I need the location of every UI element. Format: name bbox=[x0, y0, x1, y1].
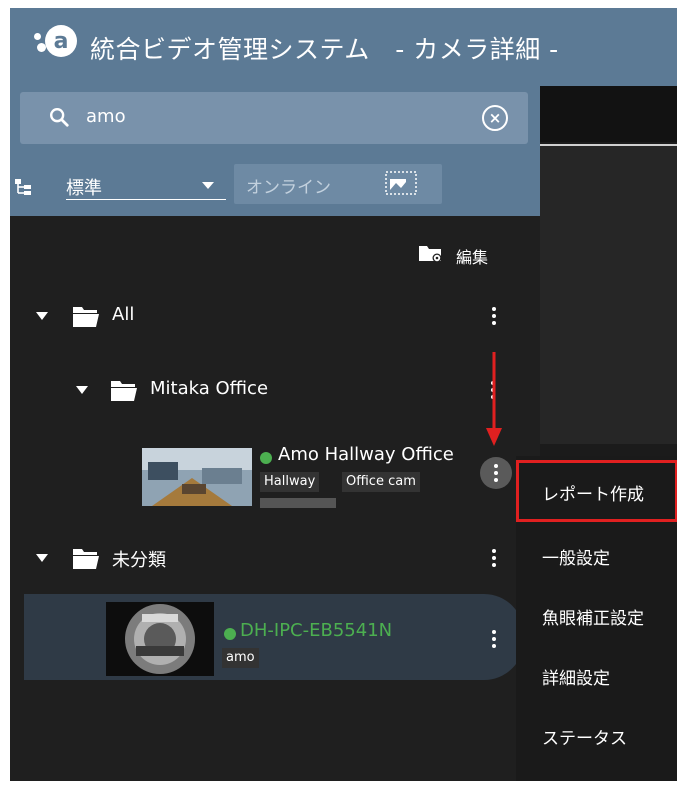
tree-node-label: All bbox=[112, 304, 135, 325]
app-logo: a bbox=[34, 25, 78, 69]
tree-node-mitaka-office[interactable]: Mitaka Office bbox=[76, 376, 526, 406]
folder-open-icon bbox=[73, 307, 99, 327]
clear-icon[interactable]: × bbox=[482, 105, 508, 131]
app-header: a 統合ビデオ管理システム - カメラ詳細 - bbox=[10, 8, 677, 86]
more-vert-icon[interactable] bbox=[491, 307, 497, 327]
highlight-box bbox=[516, 460, 677, 522]
annotation-arrow-icon bbox=[486, 352, 502, 446]
online-filter[interactable]: オンライン bbox=[234, 164, 442, 204]
more-vert-icon[interactable] bbox=[491, 549, 497, 569]
camera-tag: amo bbox=[222, 648, 259, 668]
menu-item-fisheye-settings[interactable]: 魚眼補正設定 bbox=[516, 594, 677, 644]
expand-arrow-icon[interactable] bbox=[36, 554, 48, 562]
tree-node-uncategorized[interactable]: 未分類 bbox=[36, 544, 526, 574]
logo-dot bbox=[34, 33, 41, 40]
tree-node-all[interactable]: All bbox=[36, 302, 526, 332]
redacted-text bbox=[260, 498, 336, 508]
camera-name: DH-IPC-EB5541N bbox=[240, 620, 393, 641]
view-select-value: 標準 bbox=[66, 178, 102, 199]
page-title: 統合ビデオ管理システム - カメラ詳細 - bbox=[90, 35, 559, 64]
expand-arrow-icon[interactable] bbox=[76, 386, 88, 394]
search-field[interactable]: amo × bbox=[20, 92, 528, 144]
online-status-dot bbox=[260, 452, 272, 464]
video-preview bbox=[540, 144, 677, 444]
detail-toolbar bbox=[540, 86, 677, 142]
menu-item-general-settings[interactable]: 一般設定 bbox=[516, 534, 677, 584]
camera-tag: Hallway bbox=[260, 472, 320, 492]
view-select[interactable]: 標準 bbox=[66, 172, 226, 200]
folder-settings-icon bbox=[419, 246, 442, 263]
camera-tag: Office cam bbox=[342, 472, 420, 492]
menu-item-advanced-settings[interactable]: 詳細設定 bbox=[516, 654, 677, 704]
edit-button[interactable]: 編集 bbox=[418, 238, 518, 268]
search-input[interactable]: amo bbox=[86, 106, 126, 127]
more-vert-icon[interactable] bbox=[493, 464, 499, 484]
camera-name: Amo Hallway Office bbox=[278, 444, 454, 465]
search-icon bbox=[50, 108, 69, 127]
app-window: a 統合ビデオ管理システム - カメラ詳細 - amo × 標準 オンライン 編… bbox=[10, 8, 677, 781]
online-status-dot bbox=[224, 628, 236, 640]
logo-letter: a bbox=[45, 25, 77, 57]
camera-item-content: DH-IPC-EB5541N amo bbox=[106, 602, 426, 676]
tree-node-label: 未分類 bbox=[112, 550, 166, 571]
thumbnail-toggle-icon[interactable] bbox=[384, 170, 418, 196]
menu-item-status[interactable]: ステータス bbox=[516, 714, 677, 764]
camera-tree: 編集 All Mitaka Office Amo Hallway Office … bbox=[10, 216, 540, 781]
camera-thumbnail bbox=[142, 448, 252, 506]
folder-open-icon bbox=[73, 549, 99, 569]
sidebar-controls: amo × 標準 オンライン bbox=[10, 86, 540, 216]
online-filter-label: オンライン bbox=[246, 178, 331, 198]
camera-item-amo-hallway[interactable]: Amo Hallway Office Hallway Office cam bbox=[142, 442, 482, 512]
folder-open-icon bbox=[111, 381, 137, 401]
expand-arrow-icon[interactable] bbox=[36, 312, 48, 320]
edit-label: 編集 bbox=[456, 248, 489, 267]
tree-node-label: Mitaka Office bbox=[150, 378, 269, 399]
more-vert-icon[interactable] bbox=[491, 630, 497, 650]
tree-view-icon[interactable] bbox=[14, 178, 32, 196]
chevron-down-icon bbox=[202, 182, 214, 189]
fisheye-thumbnail bbox=[106, 602, 214, 676]
